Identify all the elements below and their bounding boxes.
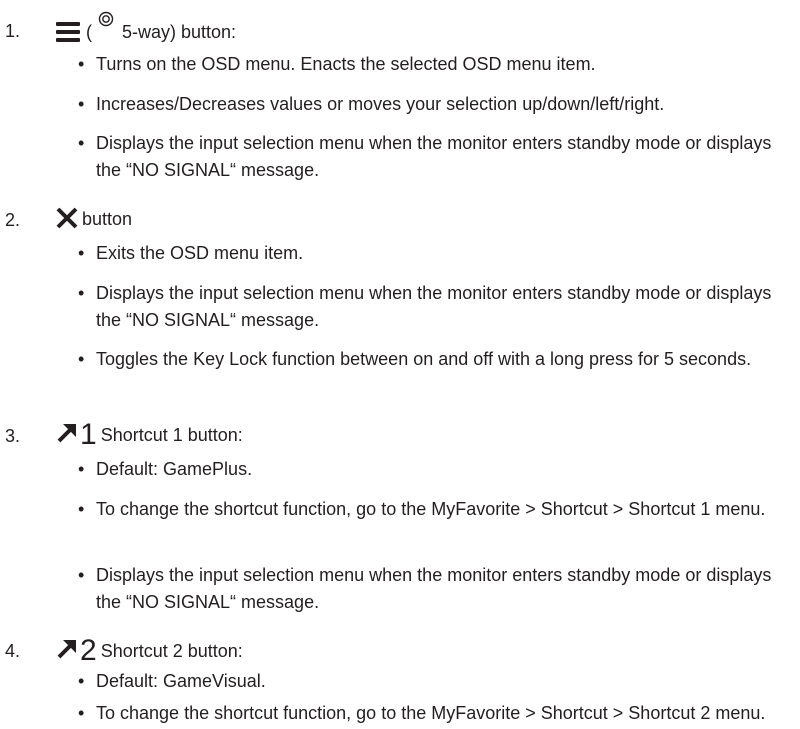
bullet-dot: • <box>78 54 85 74</box>
bullet-text: Exits the OSD menu item. <box>96 243 304 263</box>
bullet-item: • To change the shortcut function, go to… <box>78 496 792 523</box>
item-heading: button <box>56 207 132 231</box>
bullet-text: Displays the input selection menu when t… <box>96 133 772 180</box>
bullet-item: • Increases/Decreases values or moves yo… <box>78 91 792 118</box>
bullet-text: To change the shortcut function, go to t… <box>96 499 766 519</box>
bullet-dot: • <box>78 703 85 723</box>
bullet-text: Displays the input selection menu when t… <box>96 565 772 612</box>
bullet-dot: • <box>78 349 85 369</box>
bullet-item: • Default: GamePlus. <box>78 456 792 483</box>
five-way-joystick-icon <box>98 11 114 34</box>
bullet-dot: • <box>78 459 85 479</box>
bullet-item: • Default: GameVisual. <box>78 668 792 695</box>
shortcut-number: 2 <box>80 633 97 667</box>
item-number: 1. <box>5 21 21 41</box>
bullet-item: • Displays the input selection menu when… <box>78 280 792 334</box>
bullet-text: Increases/Decreases values or moves your… <box>96 94 665 114</box>
bullet-dot: • <box>78 94 85 114</box>
bullet-item: • Toggles the Key Lock function between … <box>78 346 792 373</box>
bullet-text: Displays the input selection menu when t… <box>96 283 772 330</box>
shortcut-arrow-icon <box>56 637 78 664</box>
heading-text: Shortcut 1 button: <box>100 424 243 445</box>
bullet-dot: • <box>78 283 85 303</box>
heading-text: Shortcut 2 button: <box>100 640 243 661</box>
x-icon <box>56 207 78 231</box>
heading-text: button <box>82 209 133 229</box>
item-heading: 1 Shortcut 1 button: <box>56 417 243 451</box>
bullet-text: Toggles the Key Lock function between on… <box>96 349 752 369</box>
bullet-item: • Displays the input selection menu when… <box>78 130 792 184</box>
bullet-dot: • <box>78 565 85 585</box>
bullet-dot: • <box>78 243 85 263</box>
bullet-text: To change the shortcut function, go to t… <box>96 703 766 723</box>
bullet-item: • Displays the input selection menu when… <box>78 562 792 616</box>
item-number: 4. <box>5 641 21 661</box>
bullet-item: • To change the shortcut function, go to… <box>78 700 792 727</box>
bullet-item: • Exits the OSD menu item. <box>78 240 792 267</box>
bullet-text: Default: GameVisual. <box>96 671 266 691</box>
bullet-item: • Turns on the OSD menu. Enacts the sele… <box>78 51 792 78</box>
bullet-dot: • <box>78 671 85 691</box>
bullet-text: Turns on the OSD menu. Enacts the select… <box>96 54 596 74</box>
heading-text: 5-way) button: <box>122 21 237 42</box>
item-heading: ( 5-way) button: <box>56 11 237 43</box>
shortcut-number: 1 <box>80 417 97 451</box>
item-number: 3. <box>5 426 21 446</box>
item-number: 2. <box>5 210 21 230</box>
bullet-text: Default: GamePlus. <box>96 459 253 479</box>
bullet-dot: • <box>78 133 85 153</box>
open-paren: ( <box>86 21 92 42</box>
item-heading: 2 Shortcut 2 button: <box>56 633 243 667</box>
shortcut-arrow-icon <box>56 421 78 448</box>
bullet-dot: • <box>78 499 85 519</box>
menu-lines-icon <box>56 21 80 42</box>
